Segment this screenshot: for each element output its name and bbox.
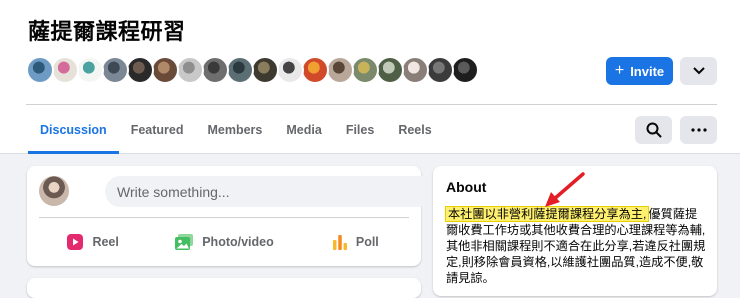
group-header: 薩提爾課程研習 + Invite Discussion Featured Mem… <box>0 0 740 154</box>
member-avatar[interactable] <box>176 56 204 84</box>
member-avatar[interactable] <box>376 56 404 84</box>
more-icon <box>690 128 707 132</box>
tab-members[interactable]: Members <box>195 106 274 154</box>
member-avatars <box>26 56 479 84</box>
member-avatar[interactable] <box>51 56 79 84</box>
post-composer: Write something... Reel Photo/video Poll <box>27 166 435 266</box>
member-avatar[interactable] <box>301 56 329 84</box>
member-avatar[interactable] <box>251 56 279 84</box>
member-avatar[interactable] <box>26 56 54 84</box>
about-description: 本社團以非營利薩提爾課程分享為主, 優質薩提爾收費工作坊或其他收費合理的心理課程等… <box>444 206 708 286</box>
tab-media[interactable]: Media <box>274 106 333 154</box>
red-arrow-annotation <box>545 172 585 207</box>
plus-icon: + <box>614 62 625 79</box>
photo-video-label: Photo/video <box>202 235 274 249</box>
feed-card <box>27 278 421 298</box>
invite-button[interactable]: + Invite <box>606 57 673 85</box>
composer-divider <box>39 217 409 218</box>
member-avatar[interactable] <box>101 56 129 84</box>
member-avatar[interactable] <box>151 56 179 84</box>
chevron-down-icon <box>692 67 705 75</box>
avatar[interactable] <box>39 176 69 206</box>
search-button[interactable] <box>635 116 672 144</box>
member-avatar[interactable] <box>226 56 254 84</box>
expand-button[interactable] <box>680 57 717 85</box>
tab-reels[interactable]: Reels <box>386 106 443 154</box>
member-avatar[interactable] <box>401 56 429 84</box>
member-avatar[interactable] <box>451 56 479 84</box>
write-post-input[interactable]: Write something... <box>105 176 435 207</box>
header-divider <box>26 104 717 105</box>
tab-files[interactable]: Files <box>334 106 387 154</box>
member-avatar[interactable] <box>201 56 229 84</box>
reel-button[interactable]: Reel <box>27 226 158 258</box>
reel-icon <box>67 234 84 250</box>
member-avatar[interactable] <box>351 56 379 84</box>
poll-button[interactable]: Poll <box>290 226 421 258</box>
photo-icon <box>175 234 194 250</box>
reel-label: Reel <box>92 235 119 249</box>
group-tabs: Discussion Featured Members Media Files … <box>28 106 444 154</box>
composer-actions: Reel Photo/video Poll <box>27 226 421 258</box>
member-avatar[interactable] <box>76 56 104 84</box>
tab-featured[interactable]: Featured <box>119 106 196 154</box>
tab-discussion[interactable]: Discussion <box>28 106 119 154</box>
search-icon <box>646 122 661 138</box>
member-avatar[interactable] <box>126 56 154 84</box>
poll-label: Poll <box>355 235 379 249</box>
invite-label: Invite <box>630 63 665 79</box>
member-avatar[interactable] <box>276 56 304 84</box>
member-avatar[interactable] <box>426 56 454 84</box>
photo-video-button[interactable]: Photo/video <box>158 226 289 258</box>
group-title: 薩提爾課程研習 <box>28 19 186 44</box>
more-options-button[interactable] <box>680 116 717 144</box>
about-title: About <box>446 179 487 195</box>
member-avatar[interactable] <box>326 56 354 84</box>
poll-icon <box>332 235 347 250</box>
